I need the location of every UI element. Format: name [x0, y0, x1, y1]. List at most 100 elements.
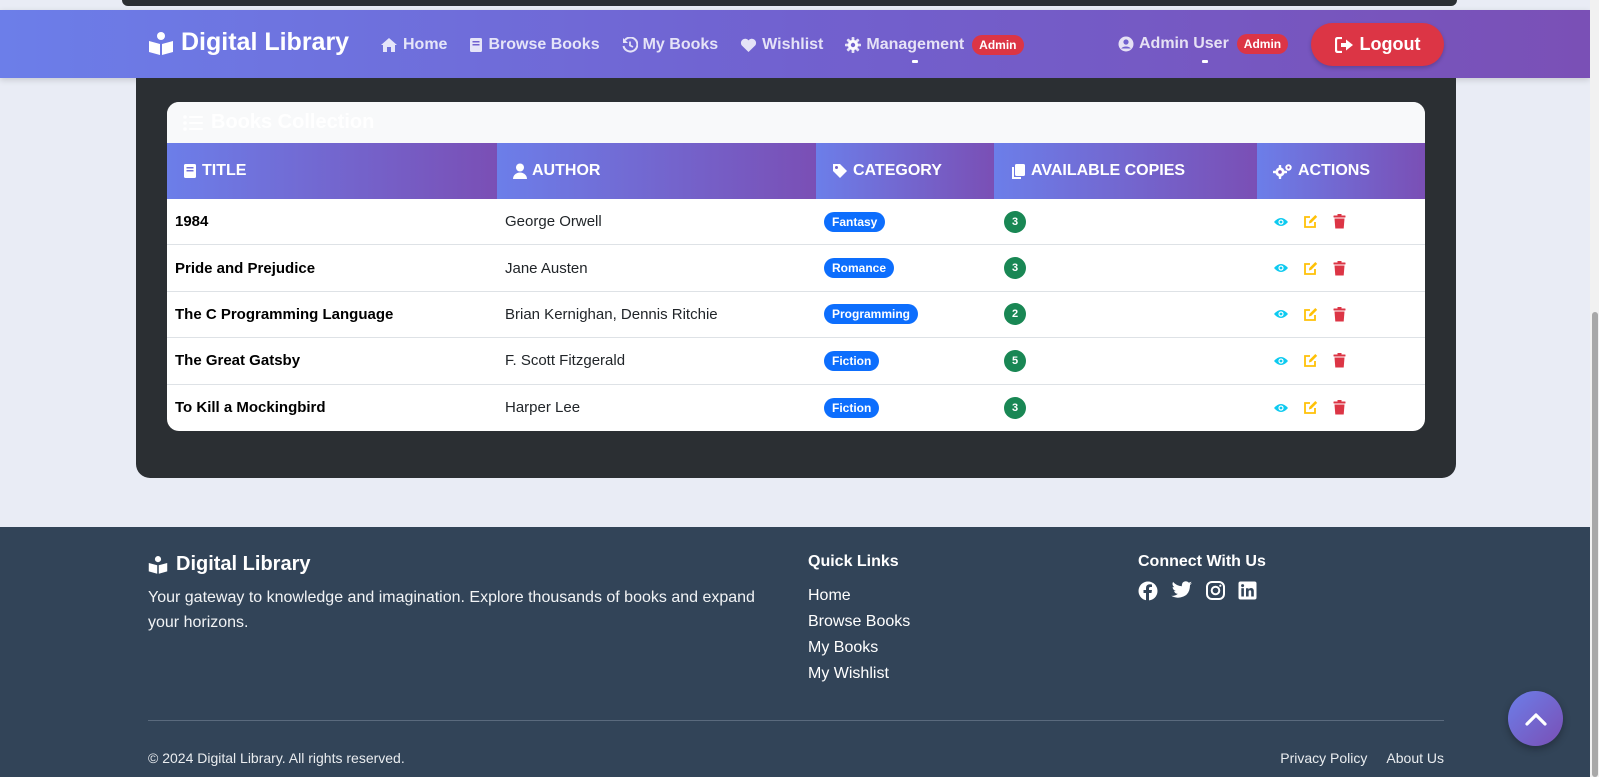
delete-button[interactable]	[1330, 259, 1348, 277]
edit-button[interactable]	[1301, 399, 1319, 417]
actions-cell	[1257, 399, 1425, 417]
instagram-icon[interactable]	[1206, 581, 1225, 601]
category-badge: Romance	[824, 258, 895, 279]
edit-icon	[1303, 261, 1318, 276]
nav-links: Home Browse Books My Books Wishlist Mana…	[380, 35, 1046, 55]
nav-my-books[interactable]: My Books	[622, 36, 719, 54]
user-icon	[513, 163, 527, 179]
nav-wishlist-label: Wishlist	[762, 36, 824, 53]
back-to-top-button[interactable]	[1508, 691, 1563, 746]
copies-cell: 3	[994, 396, 1257, 419]
nav-home[interactable]: Home	[380, 36, 447, 54]
edit-button[interactable]	[1301, 259, 1319, 277]
social-links	[1138, 581, 1270, 601]
logout-button[interactable]: Logout	[1311, 23, 1444, 66]
books-table-card: Books Collection TITLE AUTHOR CATEGORY A…	[167, 102, 1425, 431]
quick-links-list: Home Browse Books My Books My Wishlist	[808, 583, 910, 687]
copy-icon	[1012, 163, 1025, 179]
nav-mybooks-label: My Books	[642, 36, 719, 53]
actions-cell	[1257, 352, 1425, 370]
delete-button[interactable]	[1330, 305, 1348, 323]
copies-badge: 2	[1004, 303, 1026, 326]
sign-out-icon	[1334, 36, 1353, 53]
nav-management[interactable]: Management Admin	[845, 35, 1024, 55]
twitter-icon[interactable]	[1171, 581, 1193, 601]
category-badge: Fantasy	[824, 211, 886, 232]
quick-link-home[interactable]: Home	[808, 583, 910, 609]
column-category[interactable]: CATEGORY	[816, 143, 994, 199]
book-title: The C Programming Language	[175, 305, 394, 323]
view-button[interactable]	[1272, 305, 1290, 323]
column-actions: ACTIONS	[1257, 143, 1425, 199]
edit-button[interactable]	[1301, 305, 1319, 323]
delete-button[interactable]	[1330, 399, 1348, 417]
eye-icon	[1273, 402, 1289, 414]
delete-button[interactable]	[1330, 352, 1348, 370]
tag-icon	[833, 164, 847, 178]
copies-badge: 3	[1004, 210, 1026, 233]
book-icon	[470, 38, 483, 52]
scrollbar-thumb[interactable]	[1592, 312, 1598, 777]
reader-icon	[149, 31, 173, 55]
edit-icon	[1303, 353, 1318, 368]
footer: Digital Library Your gateway to knowledg…	[0, 527, 1590, 777]
column-available-copies[interactable]: AVAILABLE COPIES	[994, 143, 1257, 199]
footer-brand-name: Digital Library	[176, 553, 311, 575]
quick-link-my-books[interactable]: My Books	[808, 635, 910, 661]
brand-name: Digital Library	[181, 28, 350, 56]
brand-link[interactable]: Digital Library	[148, 28, 349, 57]
edit-button[interactable]	[1301, 352, 1319, 370]
category-cell: Programming	[816, 304, 994, 325]
list-icon	[183, 114, 203, 131]
nav-management-label: Management	[866, 36, 965, 53]
copies-cell: 5	[994, 349, 1257, 372]
reader-icon	[148, 556, 168, 574]
delete-button[interactable]	[1330, 213, 1348, 231]
column-category-label: CATEGORY	[853, 162, 942, 179]
view-button[interactable]	[1272, 259, 1290, 277]
user-role-badge: Admin	[1236, 34, 1289, 54]
about-us-link[interactable]: About Us	[1386, 750, 1444, 766]
nav-home-label: Home	[403, 36, 448, 53]
trash-icon	[1333, 260, 1346, 276]
footer-divider	[148, 720, 1444, 721]
eye-icon	[1273, 308, 1289, 320]
column-copies-label: AVAILABLE COPIES	[1031, 162, 1186, 179]
eye-icon	[1273, 216, 1289, 228]
linkedin-icon[interactable]	[1238, 581, 1257, 601]
quick-link-browse-books[interactable]: Browse Books	[808, 609, 910, 635]
category-badge: Fiction	[824, 397, 880, 418]
navbar: Digital Library Home Browse Books My Boo…	[0, 10, 1590, 78]
category-cell: Fantasy	[816, 211, 994, 232]
user-menu[interactable]: Admin User Admin	[1118, 34, 1289, 54]
logout-label: Logout	[1359, 34, 1421, 54]
nav-browse-books[interactable]: Browse Books	[469, 36, 600, 54]
copies-cell: 3	[994, 210, 1257, 233]
category-cell: Fiction	[816, 350, 994, 371]
book-author: Brian Kernighan, Dennis Ritchie	[505, 305, 718, 323]
book-author: F. Scott Fitzgerald	[505, 352, 626, 370]
column-title[interactable]: TITLE	[167, 143, 497, 199]
edit-icon	[1303, 214, 1318, 229]
table-body: 1984 George Orwell Fantasy 3 Pride and Preju…	[167, 199, 1425, 431]
heart-icon	[741, 38, 757, 52]
facebook-icon[interactable]	[1138, 581, 1158, 601]
view-button[interactable]	[1272, 213, 1290, 231]
user-dropdown-caret	[1202, 60, 1208, 63]
quick-link-my-wishlist[interactable]: My Wishlist	[808, 661, 910, 687]
view-button[interactable]	[1272, 352, 1290, 370]
privacy-policy-link[interactable]: Privacy Policy	[1280, 750, 1367, 766]
trash-icon	[1333, 214, 1346, 229]
table-row: Pride and Prejudice Jane Austen Romance 3	[167, 245, 1425, 292]
admin-badge: Admin	[972, 35, 1024, 55]
history-icon	[622, 37, 638, 53]
previous-card-edge	[122, 0, 1457, 6]
edit-button[interactable]	[1301, 213, 1319, 231]
view-button[interactable]	[1272, 399, 1290, 417]
copies-cell: 3	[994, 257, 1257, 280]
nav-wishlist[interactable]: Wishlist	[740, 36, 823, 54]
column-author[interactable]: AUTHOR	[497, 143, 816, 199]
eye-icon	[1273, 262, 1289, 274]
column-actions-label: ACTIONS	[1298, 162, 1370, 179]
copies-badge: 5	[1004, 349, 1026, 372]
